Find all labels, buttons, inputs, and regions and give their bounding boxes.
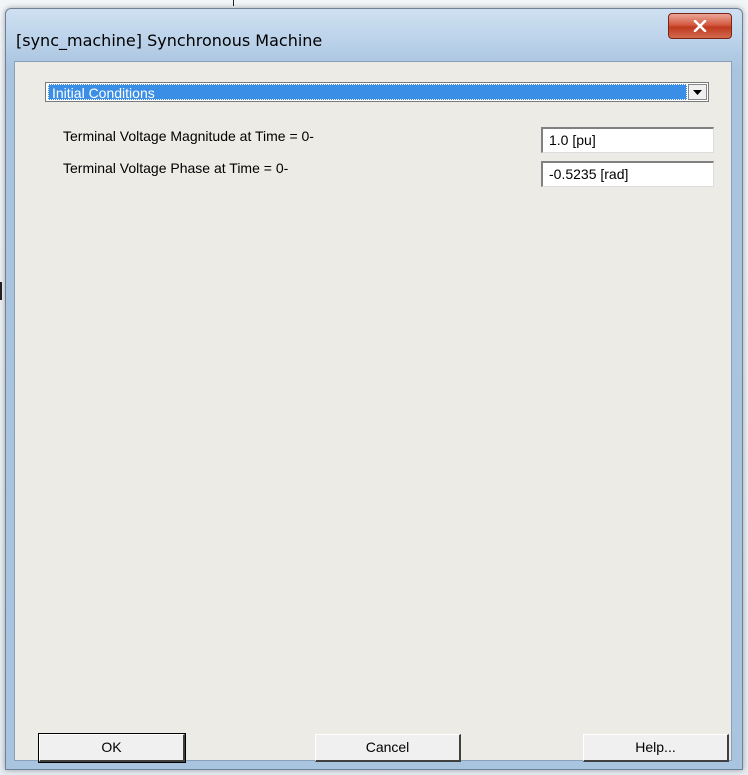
dialog-window: [sync_machine] Synchronous Machine Initi… (5, 8, 743, 770)
dialog-content: Initial Conditions Terminal Voltage Magn… (14, 61, 732, 763)
category-selected-value: Initial Conditions (48, 84, 687, 101)
background-mark (233, 0, 234, 6)
param-label-voltage-magnitude: Terminal Voltage Magnitude at Time = 0- (63, 128, 314, 144)
ok-button[interactable]: OK (38, 733, 186, 763)
cancel-button[interactable]: Cancel (315, 734, 461, 762)
window-title: [sync_machine] Synchronous Machine (16, 31, 323, 50)
category-dropdown[interactable]: Initial Conditions (45, 82, 709, 102)
close-button[interactable] (668, 13, 732, 39)
param-label-voltage-phase: Terminal Voltage Phase at Time = 0- (63, 160, 289, 176)
background-mark (0, 282, 2, 300)
chevron-down-icon (693, 83, 702, 101)
voltage-magnitude-input[interactable]: 1.0 [pu] (541, 127, 714, 153)
dropdown-button[interactable] (688, 84, 707, 100)
title-bar[interactable]: [sync_machine] Synchronous Machine (6, 9, 742, 61)
close-icon (693, 20, 707, 32)
voltage-phase-input[interactable]: -0.5235 [rad] (541, 161, 714, 187)
help-button[interactable]: Help... (583, 734, 729, 762)
